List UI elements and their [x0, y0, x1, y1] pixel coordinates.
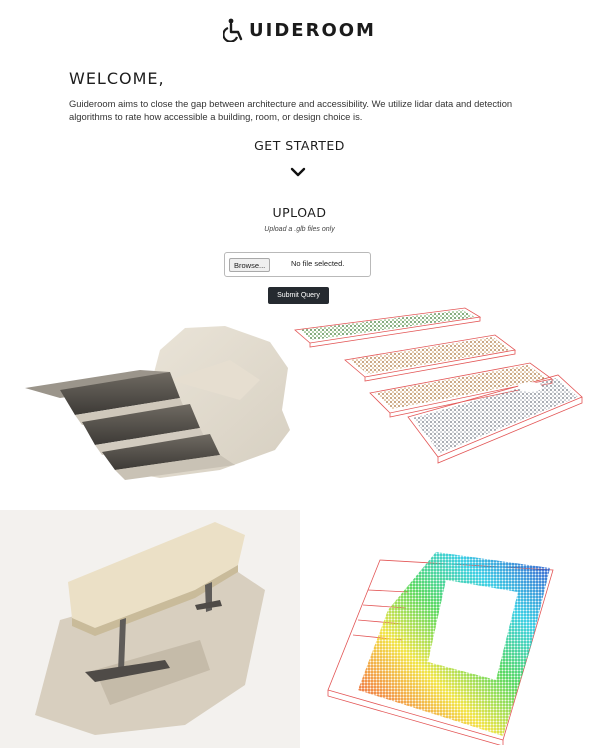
heatmap-point-cloud-image: [327, 552, 554, 745]
get-started-link[interactable]: GET STARTED: [0, 138, 599, 153]
bench-scan-image: [0, 510, 300, 748]
submit-query-button[interactable]: Submit Query: [268, 287, 329, 304]
brand-logo: UIDEROOM: [0, 18, 599, 42]
upload-note: Upload a .glb files only: [264, 226, 335, 233]
file-status-text: No file selected.: [291, 259, 345, 268]
stairs-scan-image: [25, 326, 290, 480]
welcome-description: Guideroom aims to close the gap between …: [69, 98, 513, 122]
file-input[interactable]: Browse... No file selected.: [224, 252, 371, 277]
point-cloud-layers-image: [294, 307, 583, 464]
upload-title: UPLOAD: [272, 205, 327, 220]
browse-button[interactable]: Browse...: [229, 258, 271, 272]
wheelchair-logo-icon: [223, 18, 243, 42]
brand-name: UIDEROOM: [249, 19, 376, 41]
chevron-down-icon[interactable]: [289, 166, 307, 178]
welcome-title: WELCOME,: [69, 69, 165, 88]
